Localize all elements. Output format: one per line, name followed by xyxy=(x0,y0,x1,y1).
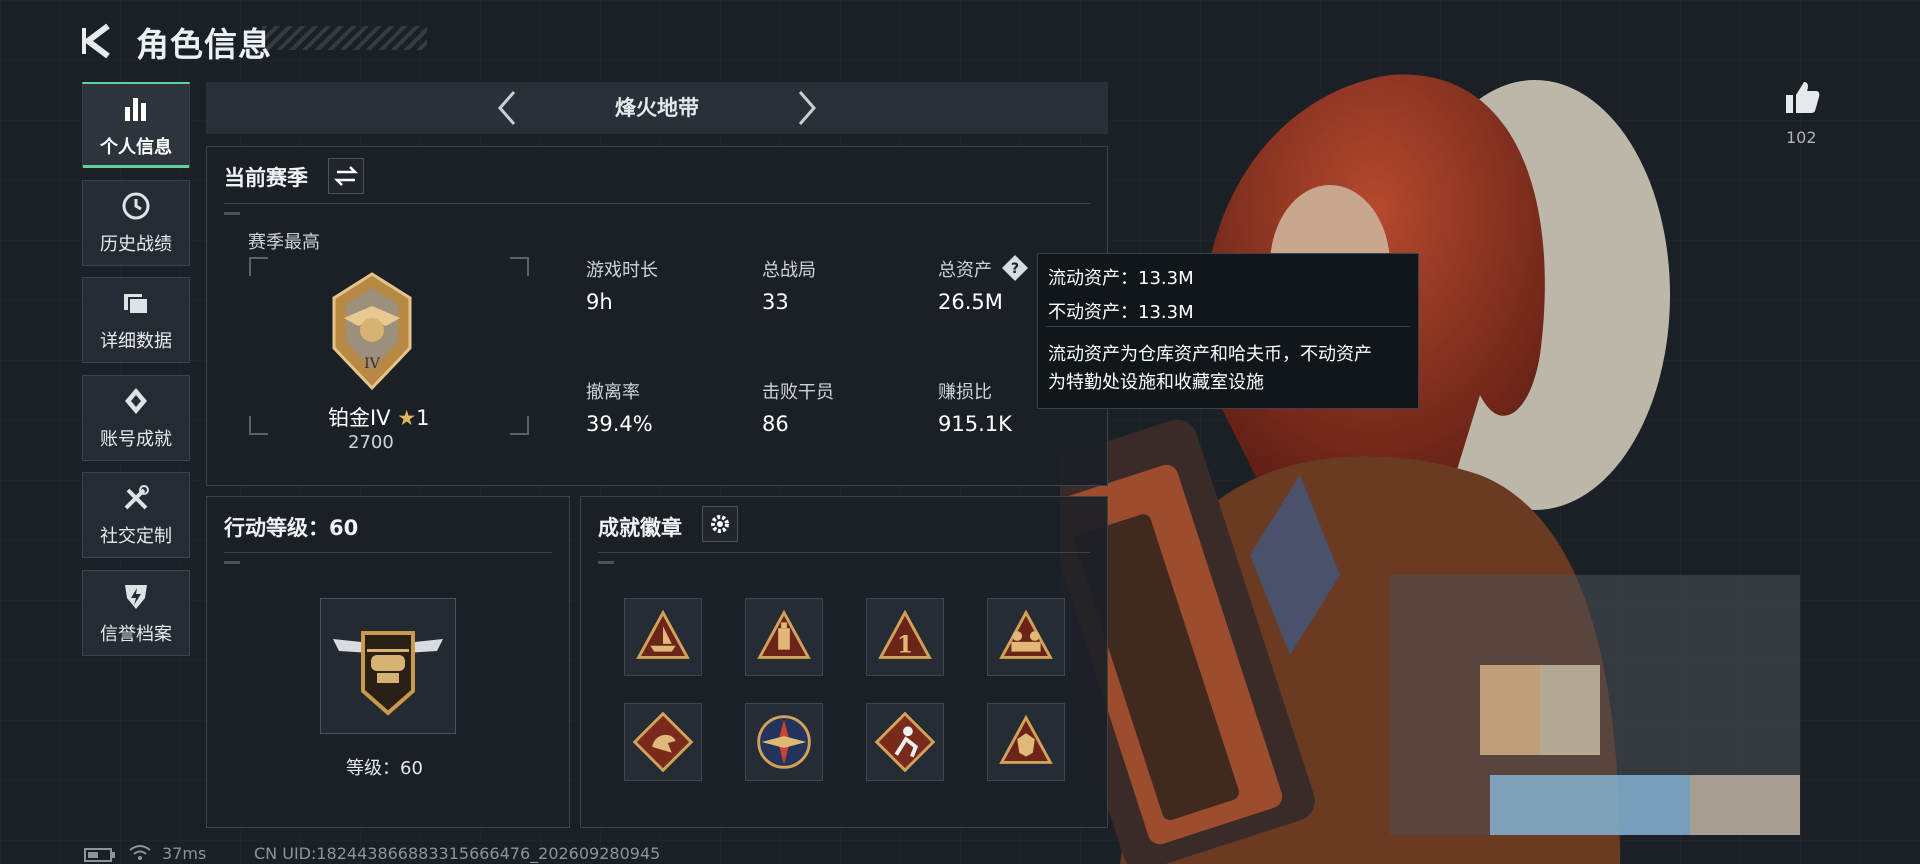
title-decoration xyxy=(262,26,427,50)
badge-slot[interactable] xyxy=(624,598,702,676)
badges-divider xyxy=(598,552,1090,553)
uid-text: CN UID:18244386688331566647​6_2026092809… xyxy=(254,844,661,863)
runner-badge-icon xyxy=(874,711,936,773)
swap-icon xyxy=(333,166,359,186)
sidebar-item-history[interactable]: 历史战绩 xyxy=(82,180,190,266)
sidebar-item-label: 信誉档案 xyxy=(100,624,172,645)
bar-chart-icon xyxy=(125,97,146,121)
tools-icon xyxy=(124,485,149,510)
character-artwork xyxy=(1060,74,1800,864)
stat-label-kills: 击败干员 xyxy=(762,382,834,403)
mode-title: 烽火地带 xyxy=(615,96,699,120)
bottle-badge-icon xyxy=(757,609,811,659)
stat-value-kills: 86 xyxy=(762,412,789,436)
tooltip-fixed-assets: 不动资产：13.3M xyxy=(1048,302,1194,323)
svg-text:IV: IV xyxy=(364,356,381,372)
stat-label-total-assets: 总资产 xyxy=(938,260,992,281)
divider-accent xyxy=(224,561,240,564)
sidebar-item-label: 社交定制 xyxy=(100,526,172,547)
badge-slot[interactable] xyxy=(866,703,944,781)
ping-text: 37ms xyxy=(162,844,207,863)
svg-text:1: 1 xyxy=(897,631,913,659)
badge-slot[interactable]: 1 xyxy=(866,598,944,676)
level-badge-frame xyxy=(320,598,456,734)
stat-value-total-matches: 33 xyxy=(762,290,789,314)
action-level-divider xyxy=(224,552,552,553)
badge-slot[interactable] xyxy=(745,598,823,676)
boat-badge-icon xyxy=(636,609,690,659)
like-count: 102 xyxy=(1786,128,1817,147)
switch-season-button[interactable] xyxy=(328,158,364,194)
sidebar-item-label: 个人信息 xyxy=(100,136,172,158)
sidebar-item-detail-data[interactable]: 详细数据 xyxy=(82,277,190,363)
folder-icon xyxy=(124,294,149,315)
shield-badge-icon xyxy=(999,714,1053,764)
thumbs-up-icon[interactable] xyxy=(1782,78,1822,118)
helicopter-badge-icon xyxy=(333,631,443,716)
compass-badge-icon xyxy=(757,715,811,769)
star-icon: ★ xyxy=(397,406,417,430)
stat-value-play-time: 9h xyxy=(586,290,613,314)
level-text: 等级：60 xyxy=(346,758,423,779)
chevron-right-icon[interactable] xyxy=(792,88,822,128)
back-arrow-icon[interactable] xyxy=(78,20,120,62)
wifi-icon xyxy=(129,845,151,860)
sidebar-item-label: 账号成就 xyxy=(100,429,172,450)
season-divider xyxy=(224,203,1090,204)
shield-bolt-icon xyxy=(125,585,147,609)
chevron-left-icon[interactable] xyxy=(492,88,522,128)
gear-icon xyxy=(711,515,729,533)
tooltip-liquid-assets: 流动资产：13.3M xyxy=(1048,268,1194,289)
rank-name: 铂金IV xyxy=(328,406,391,430)
action-level-title: 行动等级：60 xyxy=(224,516,359,540)
badge-slot[interactable] xyxy=(624,703,702,781)
badges-title: 成就徽章 xyxy=(598,516,682,540)
squad-badge-icon xyxy=(999,609,1053,659)
tooltip-desc-line1: 流动资产为仓库资产和哈夫币，不动资产 xyxy=(1048,344,1372,365)
sidebar-item-personal-info[interactable]: 个人信息 xyxy=(82,82,190,168)
achievement-icon xyxy=(125,388,147,414)
stat-value-extract-rate: 39.4% xyxy=(586,412,653,436)
stat-value-total-assets: 26.5M xyxy=(938,290,1003,314)
tooltip-divider xyxy=(1046,326,1410,327)
sidebar-item-social-custom[interactable]: 社交定制 xyxy=(82,472,190,558)
divider-accent xyxy=(224,212,240,215)
season-best-label: 赛季最高 xyxy=(248,232,320,253)
badge-slot[interactable] xyxy=(987,598,1065,676)
tooltip-desc-line2: 为特勤处设施和收藏室设施 xyxy=(1048,372,1264,393)
sidebar-item-label: 详细数据 xyxy=(100,331,172,352)
page-title: 角色信息 xyxy=(136,25,272,64)
rank-name-row: 铂金IV ★1 xyxy=(328,402,429,432)
sidebar-item-label: 历史战绩 xyxy=(100,234,172,255)
rank-score: 2700 xyxy=(348,432,394,453)
stat-label-total-matches: 总战局 xyxy=(762,260,816,281)
badge-settings-button[interactable] xyxy=(702,506,738,542)
rank-stars: 1 xyxy=(416,406,430,430)
stat-value-profit-ratio: 915.1K xyxy=(938,412,1012,436)
stat-label-profit-ratio: 赚损比 xyxy=(938,382,992,403)
sidebar-item-achievements[interactable]: 账号成就 xyxy=(82,375,190,461)
svg-text:?: ? xyxy=(1011,261,1019,277)
clock-icon xyxy=(122,192,150,220)
battery-icon xyxy=(84,848,115,862)
help-icon[interactable]: ? xyxy=(1000,253,1030,283)
sidebar-item-reputation[interactable]: 信誉档案 xyxy=(82,570,190,656)
divider-accent xyxy=(598,561,614,564)
stat-label-extract-rate: 撤离率 xyxy=(586,382,640,403)
season-title: 当前赛季 xyxy=(224,166,308,190)
badge-slot[interactable] xyxy=(987,703,1065,781)
badge-slot[interactable] xyxy=(745,703,823,781)
dragon-badge-icon xyxy=(632,711,694,773)
rank-emblem-icon: IV xyxy=(332,272,412,391)
stat-label-play-time: 游戏时长 xyxy=(586,260,658,281)
number-one-badge-icon: 1 xyxy=(878,609,932,659)
